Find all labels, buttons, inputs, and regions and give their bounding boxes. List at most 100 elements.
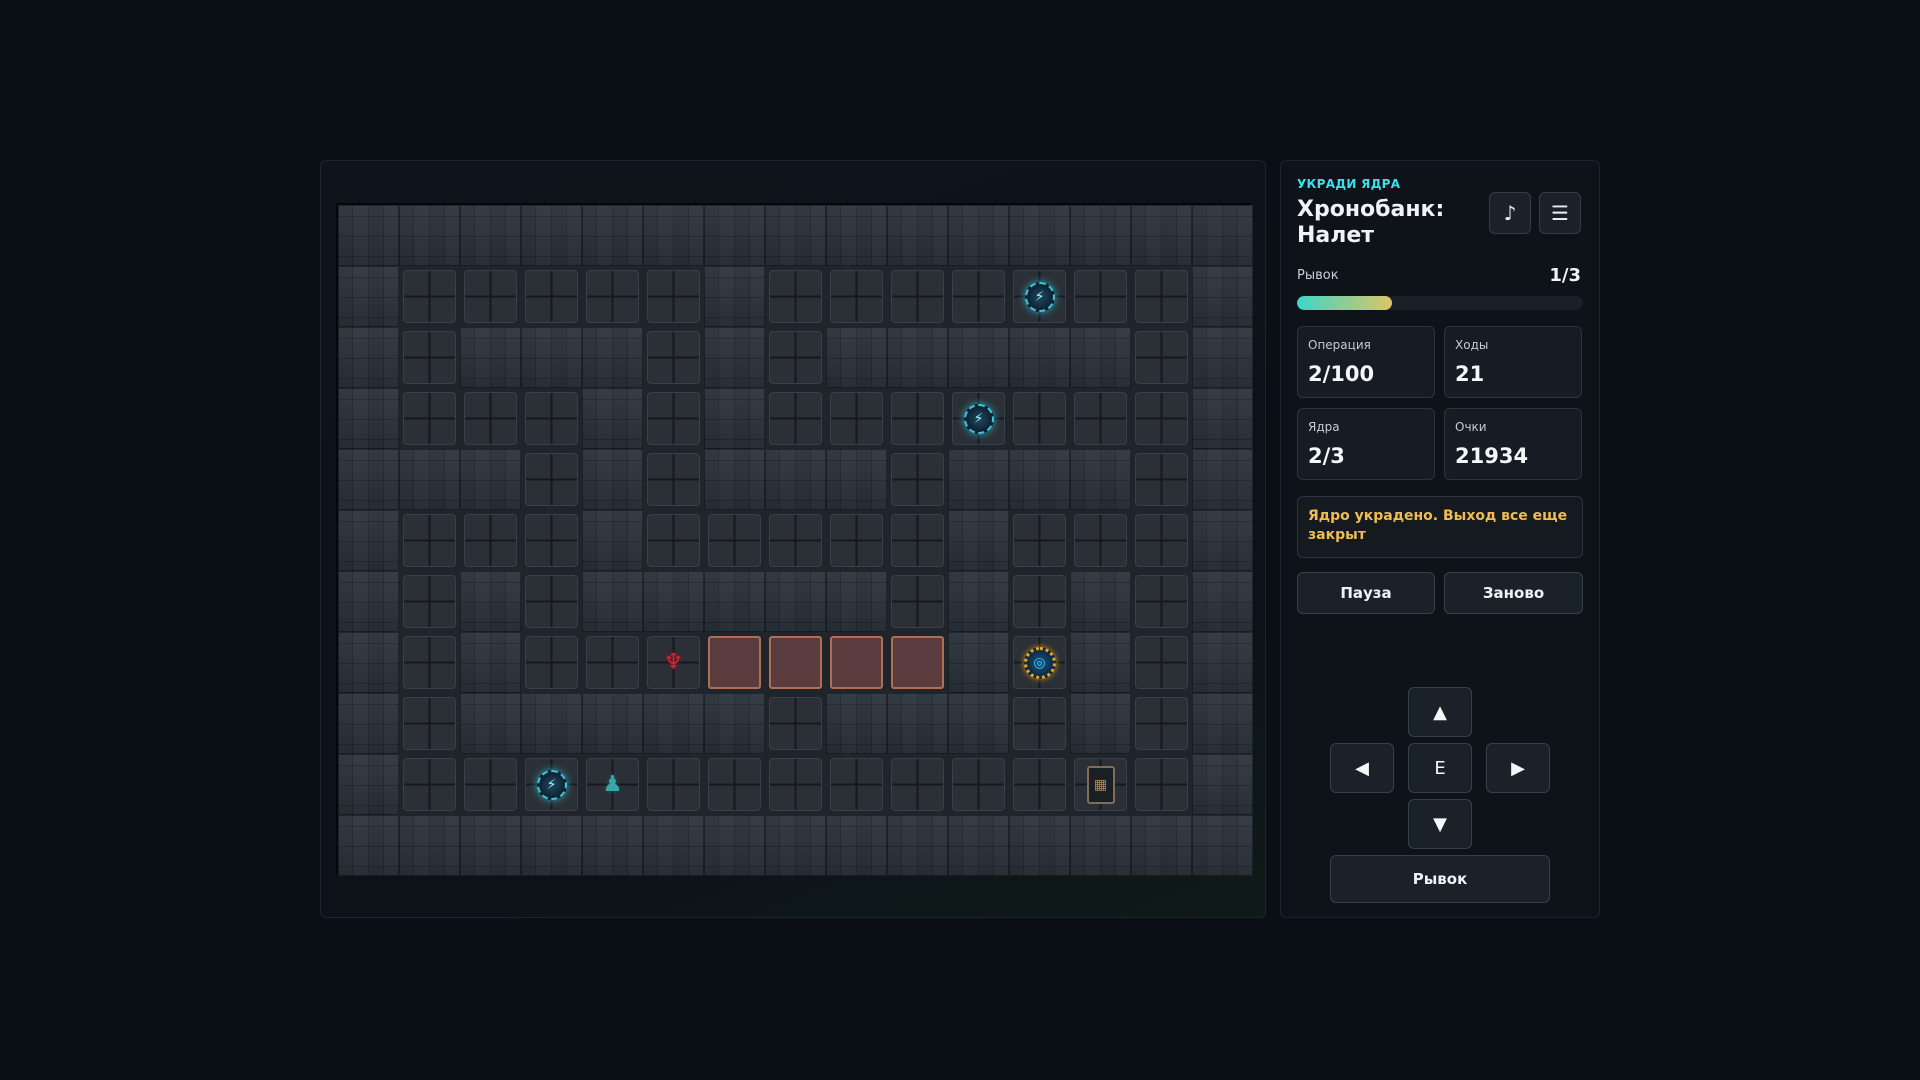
stat-operation: Операция 2/100 [1297,326,1435,398]
wall-tile [704,693,765,754]
wall-tile [826,693,887,754]
floor-tile [399,693,460,754]
vault-icon: ▦ [1086,765,1115,804]
menu-button[interactable]: ☰ [1539,192,1581,234]
wall-tile [643,693,704,754]
wall-tile [1192,693,1253,754]
menu-icon: ☰ [1551,201,1569,225]
floor-tile [1009,388,1070,449]
floor-tile [826,754,887,815]
wall-tile [338,327,399,388]
dash-meter [1297,296,1583,310]
floor-tile [521,632,582,693]
floor-tile [765,327,826,388]
wall-tile [460,815,521,876]
stat-label: Операция [1308,338,1371,352]
floor-tile [643,449,704,510]
floor-tile [948,754,1009,815]
wall-tile [1009,815,1070,876]
wall-tile [1009,449,1070,510]
wall-tile [1009,205,1070,266]
wall-tile [948,632,1009,693]
floor-tile [765,693,826,754]
stat-value: 2/100 [1308,362,1375,386]
wall-tile [643,205,704,266]
wall-tile [1070,632,1131,693]
floor-tile [399,327,460,388]
floor-tile [399,754,460,815]
wall-tile [338,449,399,510]
wall-tile [1192,632,1253,693]
wall-tile [1131,205,1192,266]
floor-tile [887,510,948,571]
floor-tile [826,510,887,571]
floor-tile [887,388,948,449]
wall-tile [1192,388,1253,449]
game-title: Хронобанк: Налет [1297,197,1445,248]
dash-label: Рывок [1297,268,1339,283]
restart-button[interactable]: Заново [1444,572,1583,614]
core-icon: ⚡ [536,769,567,800]
floor-tile [460,754,521,815]
wall-tile [948,693,1009,754]
game-board[interactable]: ⚡ ⚡ ♆ ◎ ⚡ ♟ ▦ [336,203,1253,876]
laser-tile [826,632,887,693]
floor-tile: ◎ [1009,632,1070,693]
wall-tile [582,327,643,388]
guard-icon: ♆ [663,650,684,675]
wall-tile [399,205,460,266]
wall-tile [704,815,765,876]
wall-tile [582,449,643,510]
wall-tile [704,327,765,388]
wall-tile [582,205,643,266]
wall-tile [582,388,643,449]
floor-tile [704,754,765,815]
move-up-button[interactable]: ▲ [1408,687,1472,737]
wall-tile [1070,205,1131,266]
floor-tile [399,266,460,327]
laser-tile [887,632,948,693]
floor-tile [887,571,948,632]
dash-button[interactable]: Рывок [1330,855,1550,903]
floor-tile [521,266,582,327]
floor-tile [948,266,1009,327]
wall-tile [1070,449,1131,510]
wall-tile [338,266,399,327]
floor-tile [887,449,948,510]
wall-tile [1131,815,1192,876]
wall-tile [338,693,399,754]
interact-button[interactable]: E [1408,743,1472,793]
floor-tile: ♟ [582,754,643,815]
floor-tile [643,510,704,571]
floor-tile [643,327,704,388]
move-right-button[interactable]: ▶ [1486,743,1550,793]
pause-button[interactable]: Пауза [1297,572,1435,614]
wall-tile [399,815,460,876]
wall-tile [1070,327,1131,388]
floor-tile [643,388,704,449]
move-left-button[interactable]: ◀ [1330,743,1394,793]
floor-tile [460,266,521,327]
wall-tile [1192,754,1253,815]
wall-tile [826,205,887,266]
wall-tile [521,327,582,388]
floor-tile [887,266,948,327]
floor-tile [765,510,826,571]
wall-tile [460,205,521,266]
move-down-button[interactable]: ▼ [1408,799,1472,849]
stat-value: 21934 [1455,444,1529,468]
music-button[interactable]: ♪ [1489,192,1531,234]
stat-label: Ядра [1308,420,1340,434]
music-note-icon: ♪ [1503,201,1517,225]
wall-tile [704,571,765,632]
wall-tile [887,327,948,388]
wall-tile [521,205,582,266]
wall-tile [948,449,1009,510]
wall-tile [338,571,399,632]
floor-tile [826,388,887,449]
floor-tile [521,571,582,632]
floor-tile [399,510,460,571]
wall-tile [948,205,1009,266]
floor-tile [521,449,582,510]
wall-tile [1192,449,1253,510]
